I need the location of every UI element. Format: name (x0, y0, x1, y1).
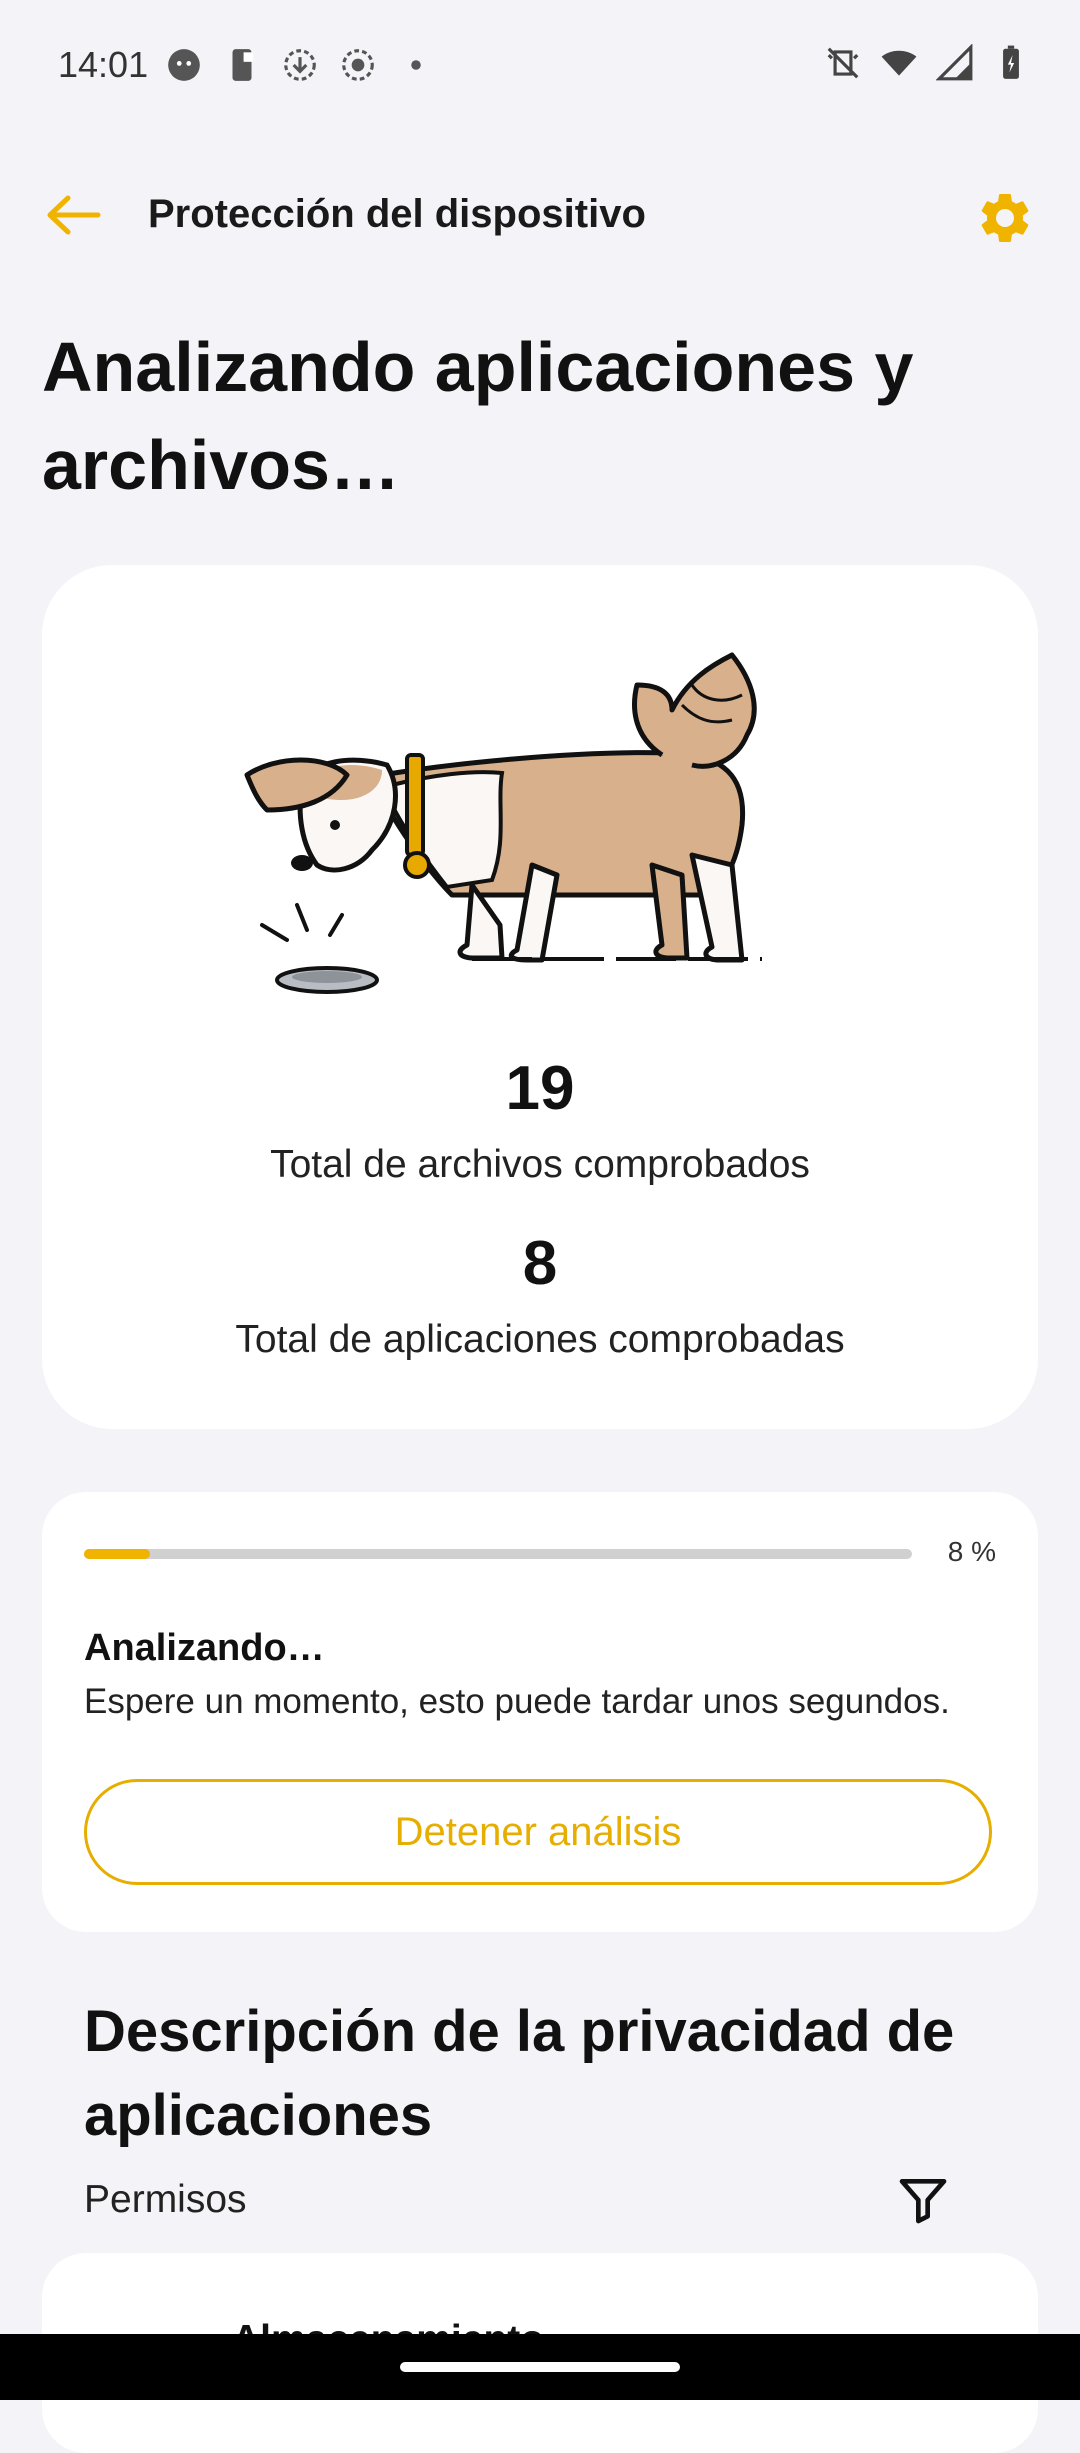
download-icon (284, 49, 316, 81)
status-time: 14:01 (58, 44, 149, 85)
progress-fill (84, 1549, 151, 1559)
signal-icon (936, 44, 973, 81)
dog-sniffing-illustration (244, 652, 762, 994)
gesture-handle[interactable] (400, 2362, 680, 2372)
phone-icon (232, 49, 254, 81)
scan-progress-card: 8 % Analizando… Espere un momento, esto … (42, 1492, 1038, 1932)
stop-scan-button[interactable]: Detener análisis (84, 1779, 992, 1885)
face-icon (168, 49, 200, 81)
scan-status-description: Espere un momento, esto puede tardar uno… (84, 1682, 950, 1721)
status-bar: 14:01 (0, 0, 1080, 130)
status-left-icons (165, 46, 435, 84)
files-count: 19 (505, 1054, 575, 1123)
scan-stats-card: 19 Total de archivos comprobados 8 Total… (42, 565, 1038, 1429)
scan-status-title: Analizando… (84, 1627, 325, 1669)
scan-headline: Analizando aplicaciones y archivos… (42, 328, 914, 504)
apps-count: 8 (522, 1229, 558, 1298)
privacy-section-title: Descripción de la privacidad de aplicaci… (84, 1999, 955, 2148)
progress-bar (84, 1549, 912, 1559)
battery-icon (1003, 45, 1019, 79)
app-bar: Protección del dispositivo (0, 170, 1080, 260)
filter-icon[interactable] (895, 2172, 951, 2228)
files-label: Total de archivos comprobados (270, 1143, 810, 1186)
dot-icon (411, 60, 421, 70)
apps-label: Total de aplicaciones comprobadas (235, 1318, 845, 1361)
wifi-icon (881, 50, 917, 76)
page-title: Protección del dispositivo (148, 192, 646, 236)
status-right-icons (824, 44, 1030, 82)
progress-percent: 8 % (947, 1536, 996, 1567)
record-icon (342, 49, 374, 81)
arrow-left-icon[interactable] (40, 190, 110, 240)
permissions-label: Permisos (84, 2178, 247, 2221)
gear-icon[interactable] (975, 188, 1035, 248)
vibrate-off-icon (827, 47, 859, 79)
navigation-bar (0, 2334, 1080, 2400)
